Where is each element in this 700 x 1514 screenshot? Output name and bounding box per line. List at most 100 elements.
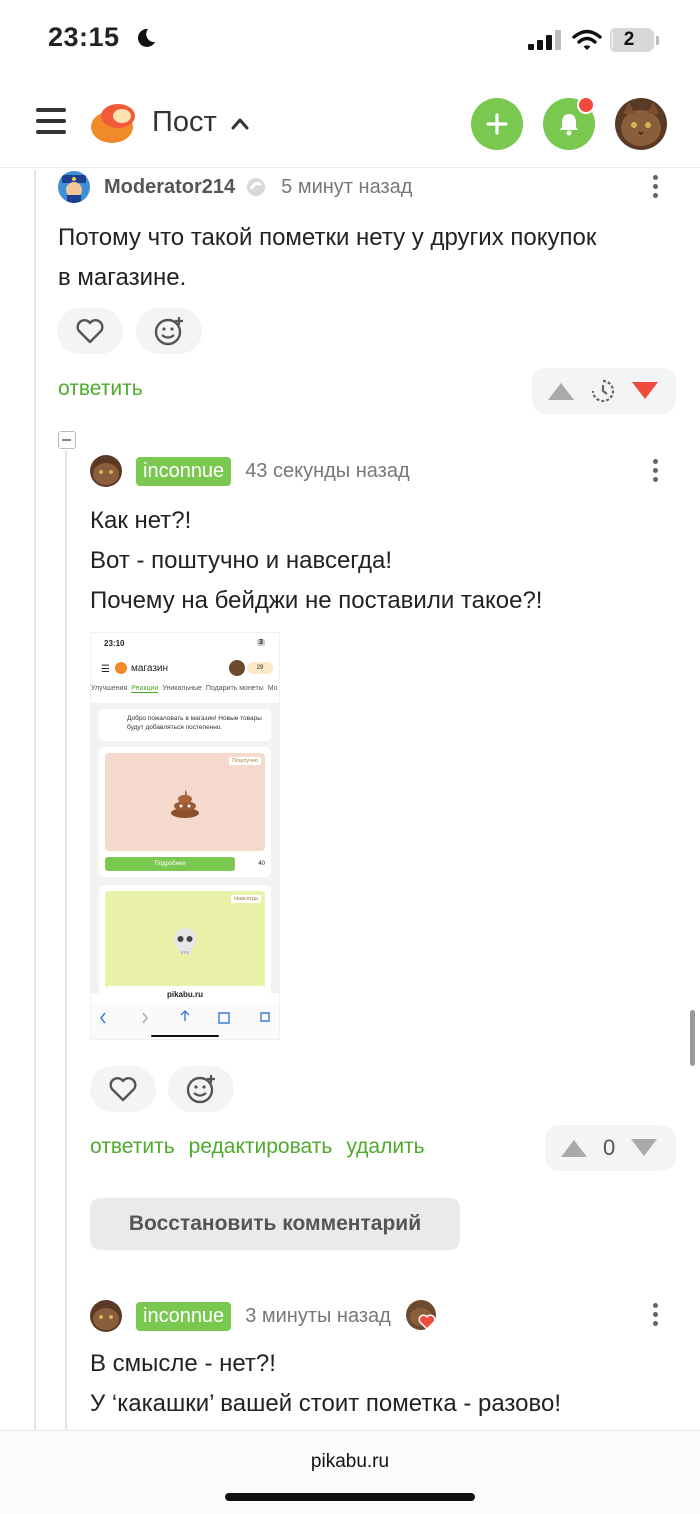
attached-avatar — [229, 660, 245, 676]
cat-avatar-image — [615, 98, 667, 150]
rating-history-icon[interactable] — [590, 378, 616, 404]
skull-emoji-icon — [174, 928, 196, 954]
more-options-icon[interactable] — [651, 175, 659, 201]
attached-card: Навсегда — [99, 885, 271, 995]
restore-comment-button[interactable]: Восстановить комментарий — [90, 1198, 460, 1250]
menu-icon-bar — [36, 108, 66, 112]
attached-tab: Улучшения — [91, 685, 128, 692]
cat-avatar-image — [90, 455, 122, 487]
more-options-icon[interactable] — [651, 1303, 659, 1329]
moderator-avatar-image — [58, 171, 90, 203]
comment-author[interactable]: Moderator214 — [104, 176, 235, 199]
comment-line: У ‘какашки’ вашей стоит пометка - разово… — [90, 1390, 561, 1417]
moon-icon — [137, 28, 155, 47]
comment-author[interactable]: inconnue — [136, 1301, 232, 1331]
vote-control — [532, 368, 676, 414]
vote-control: 0 — [545, 1125, 676, 1171]
comment-time: 43 секунды назад — [245, 459, 410, 482]
thread-line — [34, 170, 36, 1430]
attached-card-tag: Поштучно — [229, 757, 261, 765]
comment-header: Moderator214 5 минут назад — [58, 171, 412, 203]
upvote-icon[interactable] — [559, 1137, 589, 1159]
poop-emoji-icon — [171, 790, 199, 818]
like-button[interactable] — [90, 1066, 156, 1112]
attached-tab: Уникальные — [162, 685, 202, 692]
comment-actions: ответить — [58, 377, 157, 401]
cat-avatar-image — [90, 1300, 122, 1332]
menu-button[interactable] — [36, 108, 66, 134]
comment-line: Почему на бейджи не поставили такое?! — [90, 587, 543, 614]
delete-link[interactable]: удалить — [346, 1135, 424, 1159]
add-reaction-button[interactable] — [136, 308, 202, 354]
attached-content: Добро пожаловать в магазин! Новые товары… — [91, 703, 279, 995]
battery-indicator: 2 — [610, 28, 654, 52]
browser-url[interactable]: pikabu.ru — [0, 1451, 700, 1473]
attached-browser-nav — [91, 1005, 279, 1039]
user-avatar[interactable] — [615, 98, 667, 150]
comment-body: Как нет?! Вот - поштучно и навсегда! Поч… — [90, 501, 542, 621]
battery-label: 2 — [623, 29, 635, 50]
attached-header: ☰ магазин 29 — [91, 655, 279, 681]
notifications-button[interactable] — [543, 96, 595, 150]
edit-link[interactable]: редактировать — [189, 1135, 333, 1159]
comment-header: inconnue 3 минуты назад — [90, 1299, 439, 1333]
scrollbar-thumb[interactable] — [690, 1010, 695, 1066]
moderator-badge-icon — [247, 178, 266, 196]
attached-title: магазин — [131, 663, 169, 674]
wifi-icon — [572, 29, 602, 50]
reply-link[interactable]: ответить — [58, 377, 143, 401]
attached-nav-icons — [100, 1010, 270, 1037]
more-options-icon[interactable] — [651, 459, 659, 485]
create-post-button[interactable] — [471, 98, 523, 150]
comment-time: 5 минут назад — [281, 175, 413, 198]
attached-tabs: Улучшения Реакции Уникальные Подарить монет… — [91, 685, 279, 701]
thread-line — [65, 450, 67, 1430]
attached-url-bar: pikabu.ru — [105, 986, 265, 1004]
menu-icon-bar — [36, 119, 66, 123]
comment-line: в магазине. — [58, 264, 187, 291]
reply-link[interactable]: ответить — [90, 1135, 175, 1159]
comment-author[interactable]: inconnue — [136, 456, 232, 486]
attached-tab-active: Реакции — [131, 685, 159, 693]
attached-card: Поштучно Подробнее 40 — [99, 747, 271, 877]
comment-line: Вот - поштучно и навсегда! — [90, 547, 392, 574]
upvote-icon[interactable] — [546, 380, 576, 402]
avatar[interactable] — [90, 455, 122, 487]
avatar[interactable] — [90, 1300, 122, 1332]
attached-coins: 29 — [247, 662, 273, 674]
attached-price: 40 — [258, 861, 265, 867]
avatar[interactable] — [58, 171, 90, 203]
attached-screenshot[interactable]: 23:10 3 ☰ магазин 29 Улучшения Реакции Уни… — [90, 632, 280, 1040]
collapse-thread-button[interactable] — [58, 431, 76, 449]
home-indicator[interactable] — [225, 1493, 475, 1501]
comment-body: Потому что такой пометки нету у других п… — [58, 218, 596, 298]
comment-header: inconnue 43 секунды назад — [90, 455, 410, 487]
menu-icon-bar — [36, 130, 66, 134]
attached-logo — [115, 662, 127, 674]
browser-bottom-bar: pikabu.ru — [0, 1430, 700, 1514]
bell-icon — [560, 114, 578, 136]
reaction-avatar-icon[interactable] — [405, 1299, 439, 1333]
vote-count: 0 — [603, 1135, 616, 1160]
attached-status-time: 23:10 — [104, 639, 125, 648]
heart-icon — [76, 319, 104, 344]
attached-card-image: Навсегда — [105, 891, 265, 989]
chevron-up-icon[interactable] — [231, 116, 249, 130]
attached-battery: 3 — [257, 639, 265, 646]
notification-dot — [577, 96, 595, 114]
add-reaction-button[interactable] — [168, 1066, 234, 1112]
app-header: Пост — [0, 80, 700, 168]
downvote-icon[interactable] — [630, 380, 660, 402]
comment-body: В смысле - нет?! У ‘какашки’ вашей стоит… — [90, 1344, 561, 1424]
attached-welcome: Добро пожаловать в магазин! Новые товары… — [99, 709, 271, 741]
pikabu-logo[interactable] — [90, 100, 138, 146]
page-title[interactable]: Пост — [152, 106, 217, 139]
status-time: 23:15 — [48, 22, 120, 52]
like-button[interactable] — [57, 308, 123, 354]
comment-actions: ответить редактировать удалить — [90, 1135, 439, 1159]
battery-tip — [656, 36, 659, 45]
status-bar: 23:15 2 — [0, 0, 700, 80]
downvote-icon[interactable] — [629, 1137, 659, 1159]
attached-more-button: Подробнее — [105, 857, 235, 871]
add-reaction-icon — [186, 1075, 215, 1104]
